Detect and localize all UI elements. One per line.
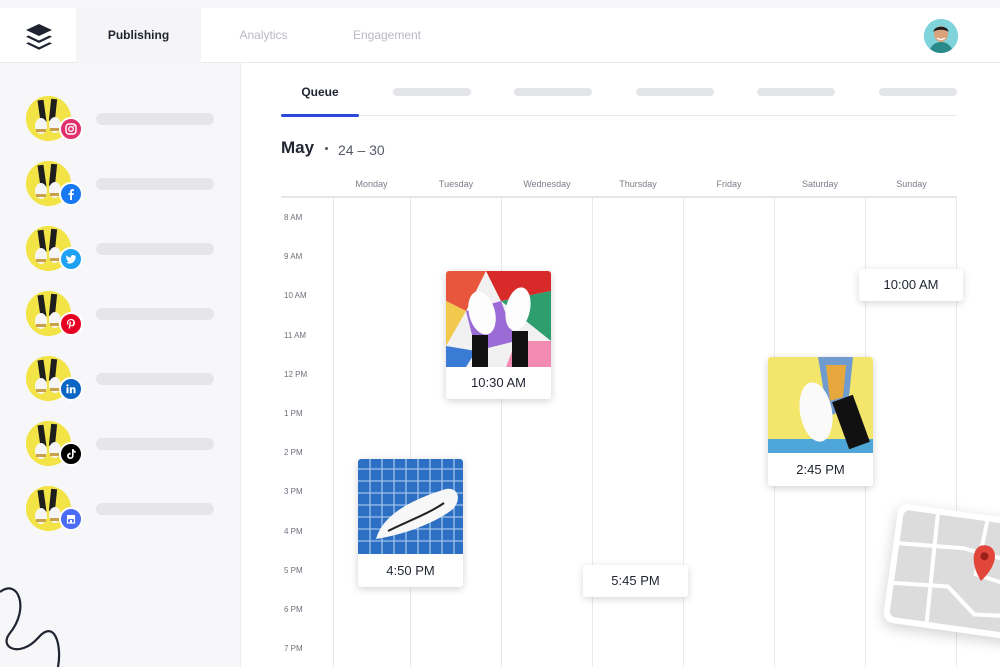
hour-label: 6 PM bbox=[284, 605, 303, 614]
location-map-card bbox=[882, 502, 1000, 642]
hour-label: 8 AM bbox=[284, 213, 303, 222]
calendar-date-range: 24 – 30 bbox=[338, 142, 385, 158]
tab-analytics[interactable]: Analytics bbox=[201, 8, 326, 63]
subtab-placeholder[interactable] bbox=[879, 88, 957, 96]
post-time: 10:30 AM bbox=[471, 375, 526, 390]
hour-label: 7 PM bbox=[284, 644, 303, 654]
top-navigation: Publishing Analytics Engagement bbox=[0, 8, 1000, 63]
subtab-placeholder[interactable] bbox=[757, 88, 835, 96]
hour-label: 11 AM bbox=[284, 330, 307, 340]
day-header-thursday: Thursday bbox=[619, 179, 657, 189]
post-image-sneakers-colorful-floor bbox=[446, 271, 551, 367]
scheduled-post-card[interactable]: 2:45 PM bbox=[768, 357, 873, 486]
separator-dot bbox=[325, 147, 328, 150]
hour-label: 3 PM bbox=[284, 487, 303, 497]
tab-publishing[interactable]: Publishing bbox=[76, 8, 201, 63]
scheduled-post-card[interactable]: 4:50 PM bbox=[358, 459, 463, 587]
hour-label: 2 PM bbox=[284, 448, 303, 458]
sidebar-account-facebook[interactable] bbox=[26, 161, 226, 213]
hour-label: 12 PM bbox=[284, 369, 308, 379]
scheduled-time-slot[interactable]: 5:45 PM bbox=[583, 565, 688, 597]
buffer-logo-icon[interactable] bbox=[22, 20, 56, 54]
subtab-placeholder[interactable] bbox=[393, 88, 471, 96]
account-name-placeholder bbox=[96, 113, 214, 125]
tab-engagement[interactable]: Engagement bbox=[326, 8, 448, 63]
day-column-divider bbox=[501, 198, 502, 667]
day-header-sunday: Sunday bbox=[896, 179, 927, 189]
instagram-icon bbox=[59, 117, 83, 141]
calendar-month: May bbox=[281, 138, 315, 157]
day-header-wednesday: Wednesday bbox=[523, 179, 571, 189]
google-business-icon bbox=[59, 507, 83, 531]
window-top-strip bbox=[0, 0, 1000, 8]
day-header-monday: Monday bbox=[355, 179, 388, 189]
account-name-placeholder bbox=[96, 178, 214, 190]
hour-label: 5 PM bbox=[284, 565, 303, 575]
sidebar-account-pinterest[interactable] bbox=[26, 291, 226, 343]
subtab-queue[interactable]: Queue bbox=[281, 74, 359, 117]
post-time: 4:50 PM bbox=[386, 563, 435, 578]
account-name-placeholder bbox=[96, 503, 214, 515]
linkedin-icon bbox=[59, 377, 83, 401]
scheduled-time-slot[interactable]: 10:00 AM bbox=[859, 269, 963, 301]
hour-label: 10 AM bbox=[284, 291, 307, 301]
sidebar-account-twitter[interactable] bbox=[26, 226, 226, 278]
hour-label: 9 AM bbox=[284, 252, 303, 262]
day-header-divider bbox=[281, 196, 957, 198]
day-column-divider bbox=[410, 198, 411, 667]
publishing-subtabs: Queue bbox=[281, 74, 957, 117]
sidebar-account-google-business[interactable] bbox=[26, 486, 226, 538]
sidebar-account-instagram[interactable] bbox=[26, 96, 226, 148]
hour-label: 4 PM bbox=[284, 526, 303, 536]
sidebar-account-tiktok[interactable] bbox=[26, 421, 226, 473]
decorative-squiggle bbox=[0, 587, 61, 667]
day-header-tuesday: Tuesday bbox=[438, 179, 474, 189]
post-image-sneakers-yellow-wall bbox=[768, 357, 873, 453]
user-avatar-image bbox=[924, 19, 958, 53]
user-avatar[interactable] bbox=[924, 19, 958, 53]
account-name-placeholder bbox=[96, 438, 214, 450]
account-name-placeholder bbox=[96, 373, 214, 385]
hour-label: 1 PM bbox=[284, 409, 303, 418]
subtab-placeholder[interactable] bbox=[514, 88, 592, 96]
post-image-sneakers-blue-grid bbox=[358, 459, 463, 554]
day-header-saturday: Saturday bbox=[801, 179, 839, 189]
account-name-placeholder bbox=[96, 308, 214, 320]
tiktok-icon bbox=[59, 442, 83, 466]
map-illustration bbox=[889, 510, 1000, 634]
day-header-friday: Friday bbox=[716, 179, 742, 189]
twitter-icon bbox=[59, 247, 83, 271]
day-column-divider bbox=[333, 198, 334, 667]
pinterest-icon bbox=[59, 312, 83, 336]
post-time: 2:45 PM bbox=[796, 462, 845, 477]
account-name-placeholder bbox=[96, 243, 214, 255]
facebook-icon bbox=[59, 182, 83, 206]
sidebar-account-linkedin[interactable] bbox=[26, 356, 226, 408]
scheduled-post-card[interactable]: 10:30 AM bbox=[446, 271, 551, 399]
subtab-placeholder[interactable] bbox=[636, 88, 714, 96]
